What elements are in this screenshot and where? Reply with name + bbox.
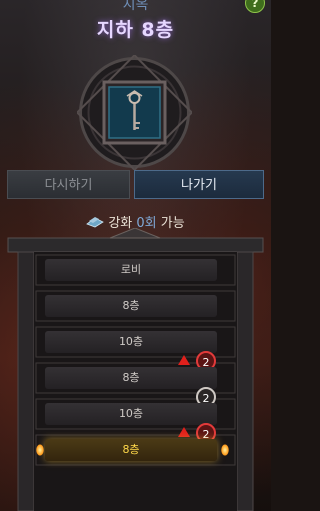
floor-row-current[interactable]: 8층 — [45, 439, 217, 461]
warning-triangle-icon — [178, 427, 190, 437]
floor-row[interactable]: 10층 — [45, 403, 217, 425]
floor-tower: 로비 8층 10층 2 8층 2 10층 2 8층 — [0, 228, 271, 511]
enhance-stone-icon — [86, 217, 105, 228]
floor-row[interactable]: 10층 — [45, 331, 217, 353]
dungeon-category: 지옥 — [122, 0, 149, 13]
floor-row[interactable]: 8층 — [45, 295, 217, 317]
dungeon-floor-title: 지하 8층 — [96, 19, 175, 41]
torch-icon — [221, 444, 229, 456]
retry-button[interactable]: 다시하기 — [7, 170, 130, 199]
torch-icon — [36, 444, 44, 456]
warning-triangle-icon — [178, 355, 190, 365]
floor-row[interactable]: 로비 — [45, 259, 217, 281]
dungeon-emblem — [77, 55, 192, 170]
leave-button[interactable]: 나가기 — [134, 170, 264, 199]
floor-row[interactable]: 8층 — [45, 367, 217, 389]
